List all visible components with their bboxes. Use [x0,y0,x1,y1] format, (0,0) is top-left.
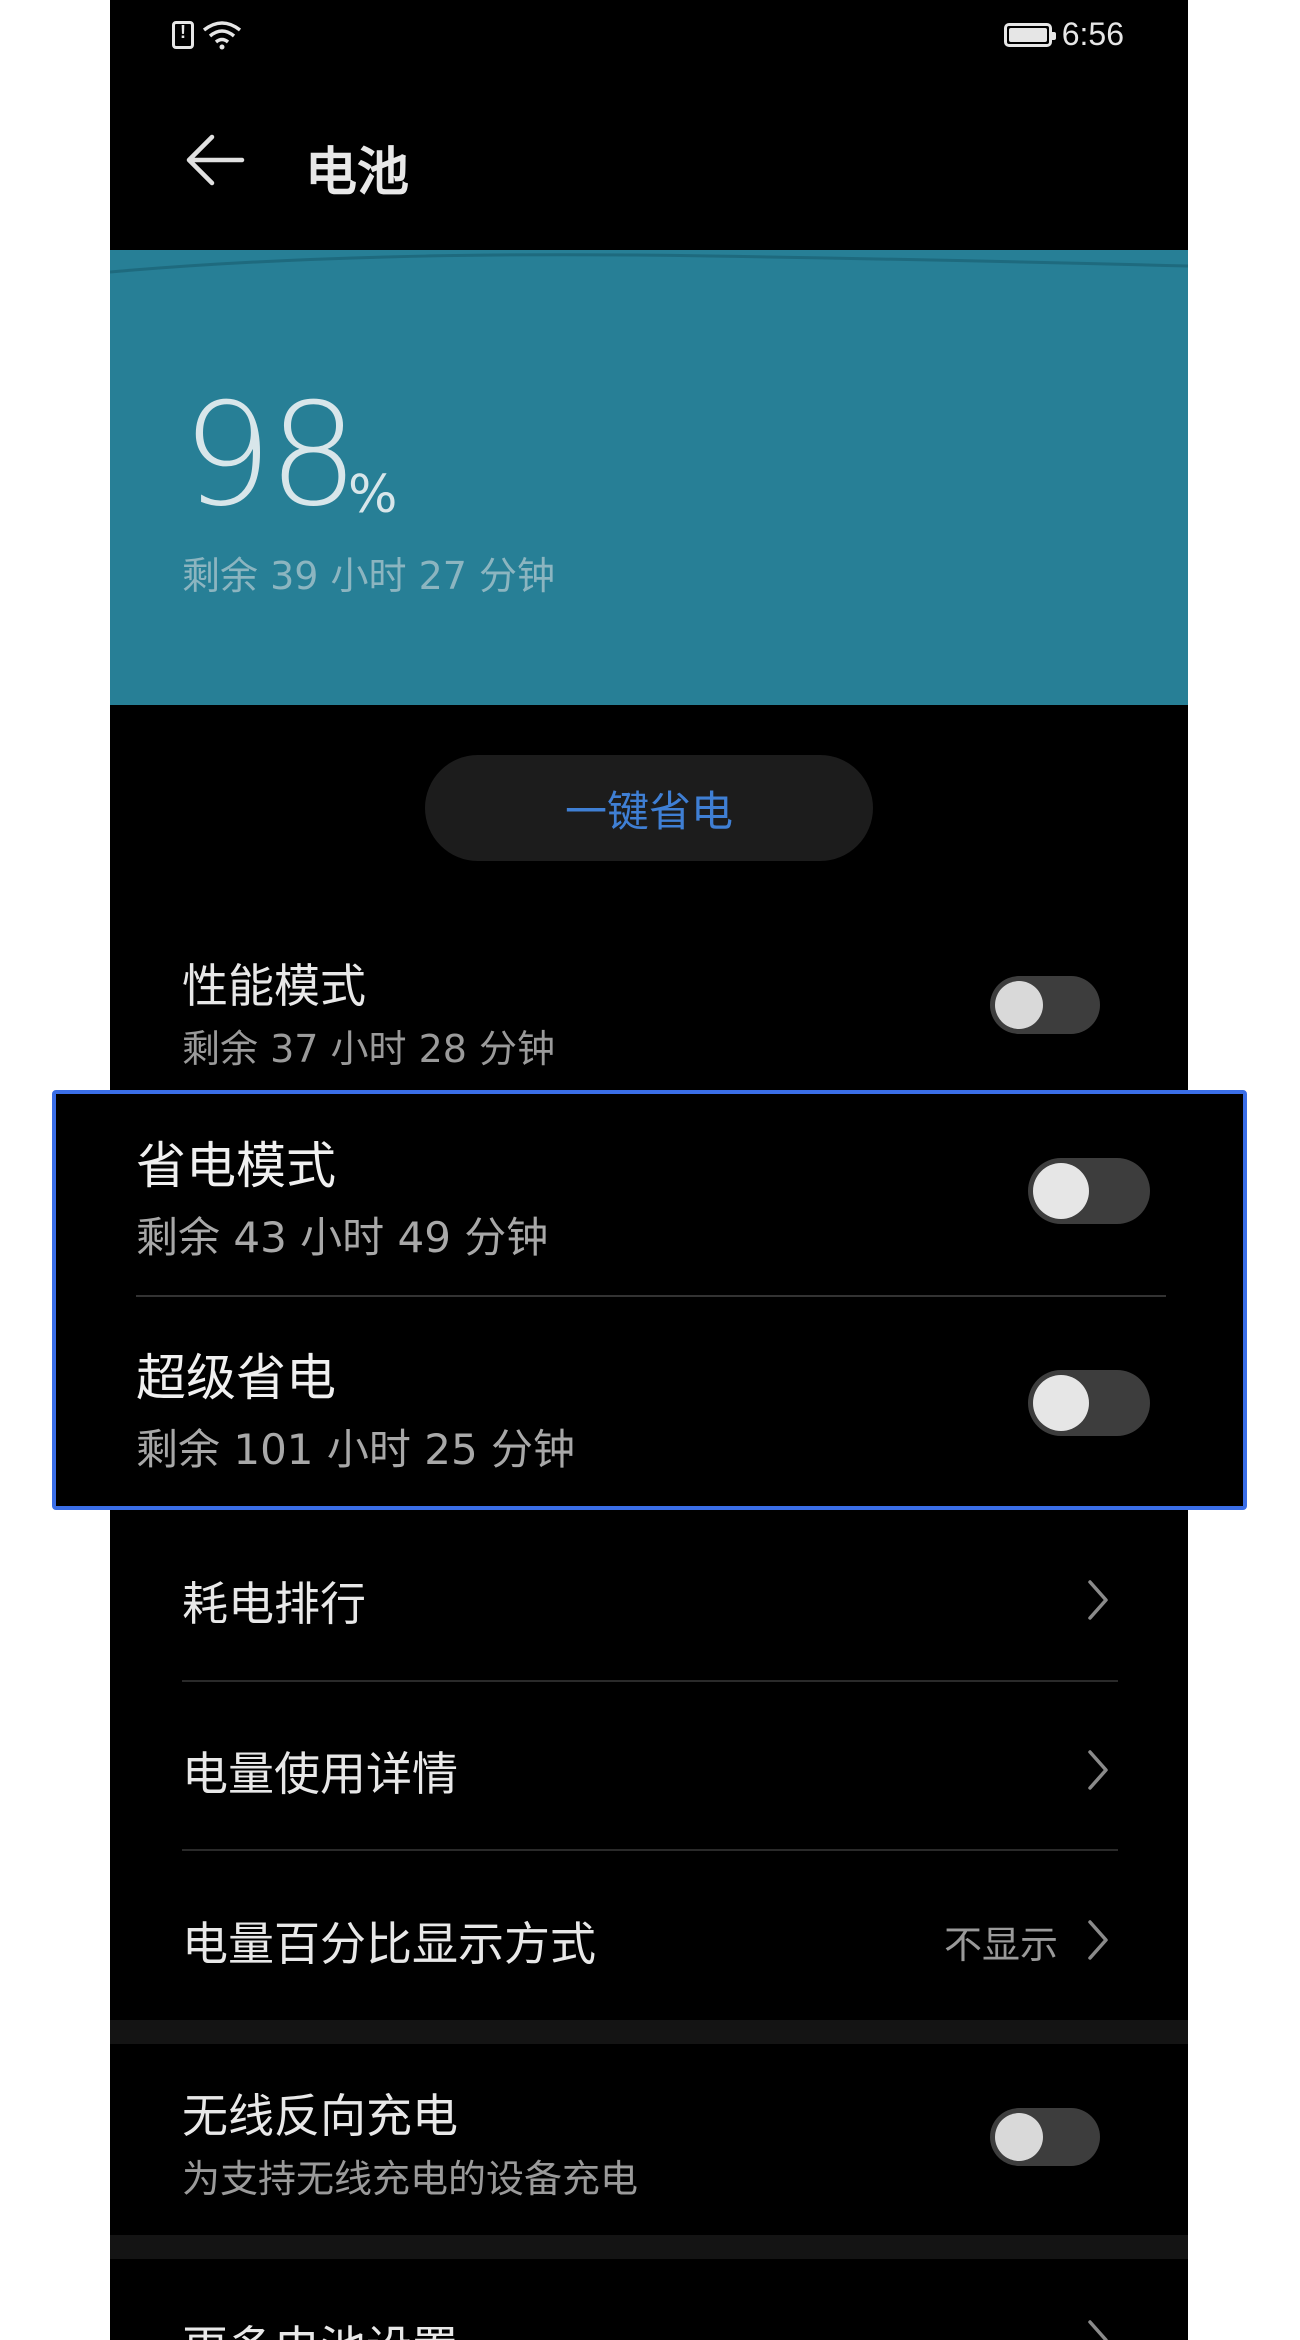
status-bar: 6:56 [110,0,1188,75]
performance-mode-title: 性能模式 [182,959,366,1013]
more-settings-title: 更多电池设置 [182,2312,458,2340]
toggle-knob [995,981,1043,1029]
highlighted-power-modes: 省电模式 剩余 43 小时 49 分钟 超级省电 剩余 101 小时 25 分钟 [52,1090,1247,1510]
performance-mode-row[interactable]: 性能模式 剩余 37 小时 28 分钟 [110,940,1188,1071]
chevron-right-icon [1088,2320,1108,2340]
ultra-power-saving-toggle[interactable] [1028,1370,1150,1436]
chevron-right-icon [1088,1750,1108,1790]
percentage-display-value: 不显示 [944,1923,1059,1967]
battery-full-icon [1003,22,1056,47]
wifi-icon [202,20,242,50]
wireless-reverse-row[interactable]: 无线反向充电 为支持无线充电的设备充电 [110,2070,1188,2220]
status-time: 6:56 [1061,16,1124,52]
percentage-display-row[interactable]: 电量百分比显示方式 不显示 [110,1880,1188,2020]
one-tap-save-button[interactable]: 一键省电 [425,755,873,861]
banner-wave [110,253,1188,280]
wireless-reverse-toggle[interactable] [990,2108,1100,2166]
page-title: 电池 [305,143,410,203]
wireless-reverse-title: 无线反向充电 [182,2089,458,2143]
chevron-right-icon [1088,1580,1108,1620]
divider [136,1295,1166,1297]
ultra-power-saving-subtitle: 剩余 101 小时 25 分钟 [136,1425,576,1474]
wireless-reverse-subtitle: 为支持无线充电的设备充电 [182,2157,639,2201]
back-arrow-icon [186,134,245,186]
usage-details-row[interactable]: 电量使用详情 [110,1710,1188,1850]
performance-mode-subtitle: 剩余 37 小时 28 分钟 [182,1027,556,1071]
toggle-knob [1033,1375,1089,1431]
ultra-power-saving-title: 超级省电 [136,1349,336,1407]
status-icons-left [172,20,242,50]
battery-remaining-time: 剩余 39 小时 27 分钟 [182,554,556,598]
app-bar: 电池 [110,110,1188,210]
divider [182,1680,1118,1682]
section-separator [110,2235,1188,2259]
percent-sign: % [348,465,398,525]
consumption-ranking-row[interactable]: 耗电排行 [110,1540,1188,1680]
sim-alert-icon [172,21,194,49]
status-icons-right: 6:56 [1003,16,1124,53]
power-saving-mode-subtitle: 剩余 43 小时 49 分钟 [136,1213,549,1262]
chevron-right-icon [1088,1920,1108,1960]
usage-details-title: 电量使用详情 [182,1747,458,1801]
section-separator [110,2020,1188,2044]
more-settings-row[interactable]: 更多电池设置 [110,2290,1188,2340]
power-saving-mode-toggle[interactable] [1028,1158,1150,1224]
toggle-knob [995,2113,1043,2161]
divider [182,1849,1118,1851]
consumption-ranking-title: 耗电排行 [182,1577,366,1631]
toggle-knob [1033,1163,1089,1219]
percentage-display-title: 电量百分比显示方式 [182,1917,596,1971]
battery-percent: 98 [182,373,359,538]
power-saving-mode-title: 省电模式 [136,1137,336,1195]
back-button[interactable] [180,125,250,195]
performance-mode-toggle[interactable] [990,976,1100,1034]
